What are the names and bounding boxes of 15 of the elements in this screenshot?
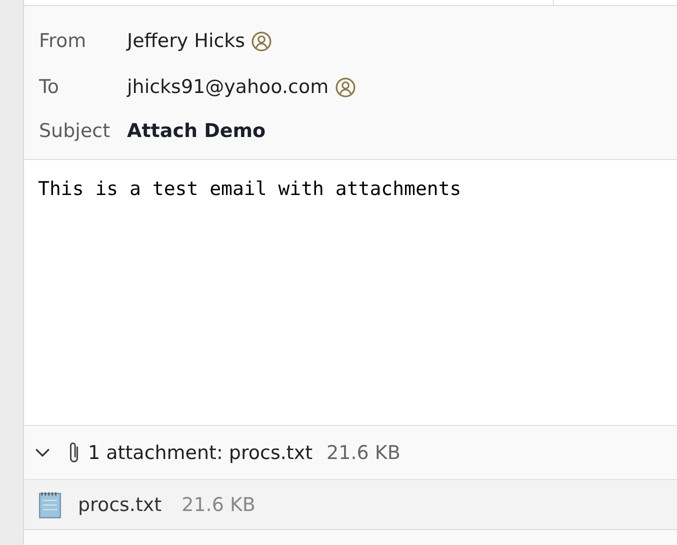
file-size: 21.6 KB	[182, 494, 256, 516]
paperclip-icon	[67, 440, 81, 466]
subject-text: Attach Demo	[127, 120, 266, 142]
person-icon[interactable]	[334, 76, 356, 98]
contact-name[interactable]: jhicks91@yahoo.com	[127, 76, 329, 98]
field-label: Subject	[39, 120, 112, 142]
file-name[interactable]: procs.txt	[78, 494, 162, 516]
notepad-icon[interactable]	[36, 490, 64, 520]
field-label: To	[39, 76, 60, 98]
contact-name[interactable]: Jeffery Hicks	[127, 30, 246, 52]
person-icon[interactable]	[251, 30, 272, 52]
message-body: This is a test email with attachments	[38, 178, 462, 200]
field-label: From	[39, 30, 88, 52]
attachment-size: 21.6 KB	[326, 442, 400, 464]
attachment-summary[interactable]: 1 attachment: procs.txt	[88, 442, 313, 464]
